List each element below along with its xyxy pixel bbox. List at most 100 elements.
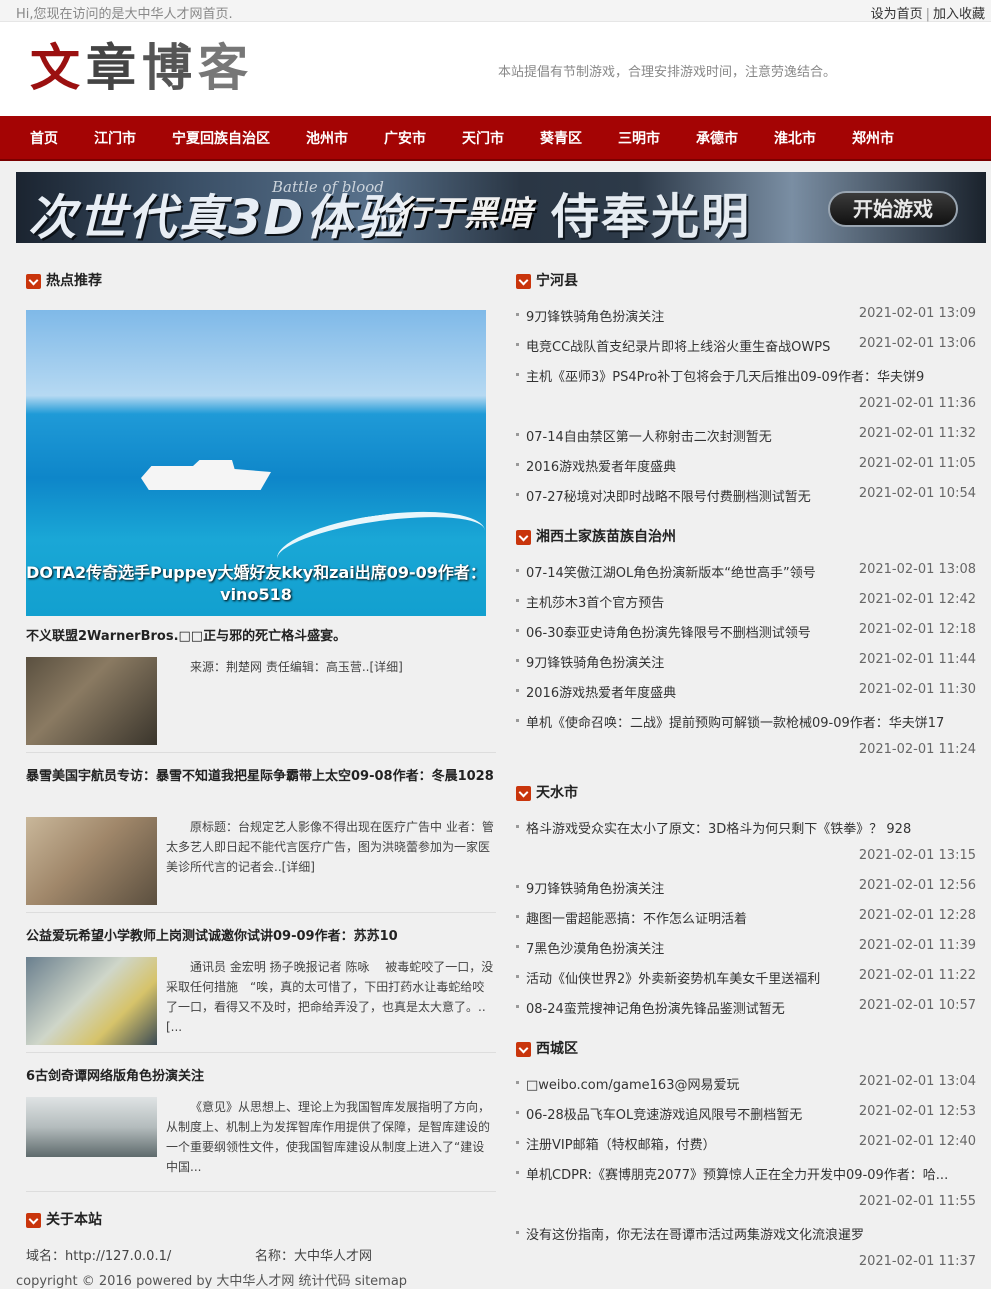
list-item-date: 2021-02-01 11:55: [858, 1194, 976, 1209]
bullet: [516, 1231, 519, 1234]
article-divider: [26, 1191, 496, 1192]
nav-item-ningxia[interactable]: 宁夏回族自治区: [154, 128, 288, 148]
list-item: 主机《巫师3》PS4Pro补丁包将会于几天后推出09-09作者：华夫饼9 2021…: [516, 360, 976, 420]
list-item-date: 2021-02-01 12:56: [858, 878, 976, 893]
hot-title-text: 热点推荐: [46, 273, 102, 289]
list-item-link[interactable]: 注册VIP邮箱（特权邮箱，付费）: [526, 1134, 716, 1153]
start-game-button[interactable]: 开始游戏: [828, 191, 958, 227]
bullet: [516, 1111, 519, 1114]
article-item: 公益爱玩希望小学教师上岗测试诚邀你试讲09-09作者：苏苏10 通讯员 金宏明 …: [26, 927, 496, 1053]
list-item-date: 2021-02-01 13:09: [858, 306, 976, 321]
nav-item-zhengzhou[interactable]: 郑州市: [834, 128, 912, 148]
add-favorite-link[interactable]: 加入收藏: [933, 7, 985, 22]
list-item-date: 2021-02-01 10:54: [858, 486, 976, 501]
list-item: 格斗游戏受众实在太小了原文：3D格斗为何只剩下《铁拳》？ 928 2021-02-…: [516, 812, 976, 872]
list-item-link[interactable]: 趣图一雷超能恶搞：不作怎么证明活着: [526, 908, 747, 927]
bullet: [516, 569, 519, 572]
list-item-link[interactable]: □weibo.com/game163@网易爱玩: [526, 1074, 739, 1093]
article-title[interactable]: 不义联盟2WarnerBros.□□正与邪的死亡格斗盛宴。: [26, 629, 346, 644]
article-title[interactable]: 6古剑奇谭网络版角色扮演关注: [26, 1069, 204, 1084]
list-item-link[interactable]: 07-14笑傲江湖OL角色扮演新版本“绝世高手”领号: [526, 562, 816, 581]
list-item-link[interactable]: 2016游戏热爱者年度盛典: [526, 456, 676, 475]
nav-item-jiangmen[interactable]: 江门市: [76, 128, 154, 148]
list-item: 9刀锋铁骑角色扮演关注 2021-02-01 13:09: [516, 300, 976, 330]
list-item-link[interactable]: 9刀锋铁骑角色扮演关注: [526, 878, 664, 897]
nav-item-home[interactable]: 首页: [12, 128, 76, 148]
section-arrow-icon: [26, 274, 41, 289]
list-item: 没有这份指南，你无法在哥谭市活过两集游戏文化流浪暹罗 2021-02-01 11:…: [516, 1218, 976, 1278]
article-thumbnail[interactable]: [26, 657, 157, 745]
list-item-link[interactable]: 9刀锋铁骑角色扮演关注: [526, 306, 664, 325]
section-arrow-icon: [26, 1213, 41, 1228]
article-summary: 《意见》从思想上、理论上为我国智库发展指明了方向，从制度上、机制上为发挥智库作用…: [166, 1100, 491, 1174]
nav-item-huaibei[interactable]: 淮北市: [756, 128, 834, 148]
list-item-link[interactable]: 活动《仙侠世界2》外卖新姿势机车美女千里送福利: [526, 968, 820, 987]
list-item-link[interactable]: 单机《使命召唤：二战》提前预购可解锁一款枪械09-09作者：华夫饼17: [526, 712, 944, 731]
section-title-ninghe: 宁河县: [516, 271, 578, 291]
list-item-link[interactable]: 主机《巫师3》PS4Pro补丁包将会于几天后推出09-09作者：华夫饼9: [526, 366, 924, 385]
nav-item-sanming[interactable]: 三明市: [600, 128, 678, 148]
list-item: 07-14自由禁区第一人称射击二次封测暂无 2021-02-01 11:32: [516, 420, 976, 450]
list-item-link[interactable]: 07-27秘境对决即时战略不限号付费删档测试暂无: [526, 486, 811, 505]
list-item-link[interactable]: 08-24蛮荒搜神记角色扮演先锋品鉴测试暂无: [526, 998, 785, 1017]
list-item: 06-30泰亚史诗角色扮演先锋限号不删档测试领号 2021-02-01 12:18: [516, 616, 976, 646]
logo-char-4: 客: [198, 38, 254, 97]
bullet: [516, 825, 519, 828]
list-item-link[interactable]: 主机莎木3首个官方预告: [526, 592, 664, 611]
banner-script-text: Battle of blood: [272, 178, 384, 196]
bullet: [516, 719, 519, 722]
list-item-link[interactable]: 单机CDPR:《赛博朋克2077》预算惊人正在全力开发中09-09作者：哈...: [526, 1164, 976, 1183]
hero-slide[interactable]: DOTA2传奇选手Puppey大婚好友kky和zai出席09-09作者：vino…: [26, 310, 486, 616]
section-title-text: 天水市: [536, 785, 578, 801]
list-item: 7黑色沙漠角色扮演关注 2021-02-01 11:39: [516, 932, 976, 962]
section-title-xicheng: 西城区: [516, 1039, 578, 1059]
article-thumbnail[interactable]: [26, 817, 157, 905]
nav-item-kwaichung[interactable]: 葵青区: [522, 128, 600, 148]
bullet: [516, 945, 519, 948]
list-item-link[interactable]: 7黑色沙漠角色扮演关注: [526, 938, 664, 957]
set-home-link[interactable]: 设为首页: [871, 7, 923, 22]
article-thumbnail[interactable]: [26, 1097, 157, 1157]
bullet: [516, 1081, 519, 1084]
list-item-date: 2021-02-01 11:22: [858, 968, 976, 983]
list-item-link[interactable]: 格斗游戏受众实在太小了原文：3D格斗为何只剩下《铁拳》？ 928: [526, 818, 911, 837]
article-title[interactable]: 公益爱玩希望小学教师上岗测试诚邀你试讲09-09作者：苏苏10: [26, 929, 398, 944]
list-item-date: 2021-02-01 13:15: [858, 848, 976, 863]
list-item-link[interactable]: 06-30泰亚史诗角色扮演先锋限号不删档测试领号: [526, 622, 811, 641]
nav-item-chengde[interactable]: 承德市: [678, 128, 756, 148]
list-item-link[interactable]: 9刀锋铁骑角色扮演关注: [526, 652, 664, 671]
article-summary: 来源：荆楚网 责任编辑：高玉营..[详细]: [190, 660, 403, 674]
bullet: [516, 915, 519, 918]
article-item: 暴雪美国宇航员专访：暴雪不知道我把星际争霸带上太空09-08作者：冬晨1028 …: [26, 767, 496, 913]
bullet: [516, 975, 519, 978]
nav-item-chizhou[interactable]: 池州市: [288, 128, 366, 148]
section-arrow-icon: [516, 786, 531, 801]
list-item-date: 2021-02-01 12:53: [858, 1104, 976, 1119]
greeting-text: Hi,您现在访问的是大中华人才网首页.: [16, 7, 233, 22]
banner-text-right: 侍奉光明: [551, 189, 752, 243]
game-ad-banner[interactable]: 次世代真3D体验 Battle of blood 行于黑暗 侍奉光明 开始游戏: [16, 172, 986, 243]
list-item-link[interactable]: 07-14自由禁区第一人称射击二次封测暂无: [526, 426, 772, 445]
bullet: [516, 689, 519, 692]
list-item-date: 2021-02-01 12:28: [858, 908, 976, 923]
article-title[interactable]: 暴雪美国宇航员专访：暴雪不知道我把星际争霸带上太空09-08作者：冬晨1028: [26, 769, 494, 784]
bullet: [516, 1005, 519, 1008]
list-item-link[interactable]: 06-28极品飞车OL竞速游戏追风限号不删档暂无: [526, 1104, 802, 1123]
article-thumbnail[interactable]: [26, 957, 157, 1045]
site-logo[interactable]: 文章博客: [30, 36, 254, 100]
list-item: 单机CDPR:《赛博朋克2077》预算惊人正在全力开发中09-09作者：哈...…: [516, 1158, 976, 1218]
logo-char-1: 文: [30, 38, 86, 97]
list-item: 电竞CC战队首支纪录片即将上线浴火重生奋战OWPS 2021-02-01 13:0…: [516, 330, 976, 360]
nav-item-tianmen[interactable]: 天门市: [444, 128, 522, 148]
article-item: 6古剑奇谭网络版角色扮演关注 《意见》从思想上、理论上为我国智库发展指明了方向，…: [26, 1067, 496, 1192]
bullet: [516, 433, 519, 436]
list-item-link[interactable]: 没有这份指南，你无法在哥谭市活过两集游戏文化流浪暹罗: [526, 1224, 864, 1243]
bullet: [516, 1171, 519, 1174]
nav-item-guangan[interactable]: 广安市: [366, 128, 444, 148]
bullet: [516, 373, 519, 376]
list-item-link[interactable]: 2016游戏热爱者年度盛典: [526, 682, 676, 701]
list-item: 活动《仙侠世界2》外卖新姿势机车美女千里送福利 2021-02-01 11:22: [516, 962, 976, 992]
list-item-date: 2021-02-01 11:30: [858, 682, 976, 697]
article-summary: 原标题：台规定艺人影像不得出现在医疗广告中 业者：管太多艺人即日起不能代言医疗广…: [166, 820, 494, 874]
list-item-link[interactable]: 电竞CC战队首支纪录片即将上线浴火重生奋战OWPS: [526, 336, 830, 355]
